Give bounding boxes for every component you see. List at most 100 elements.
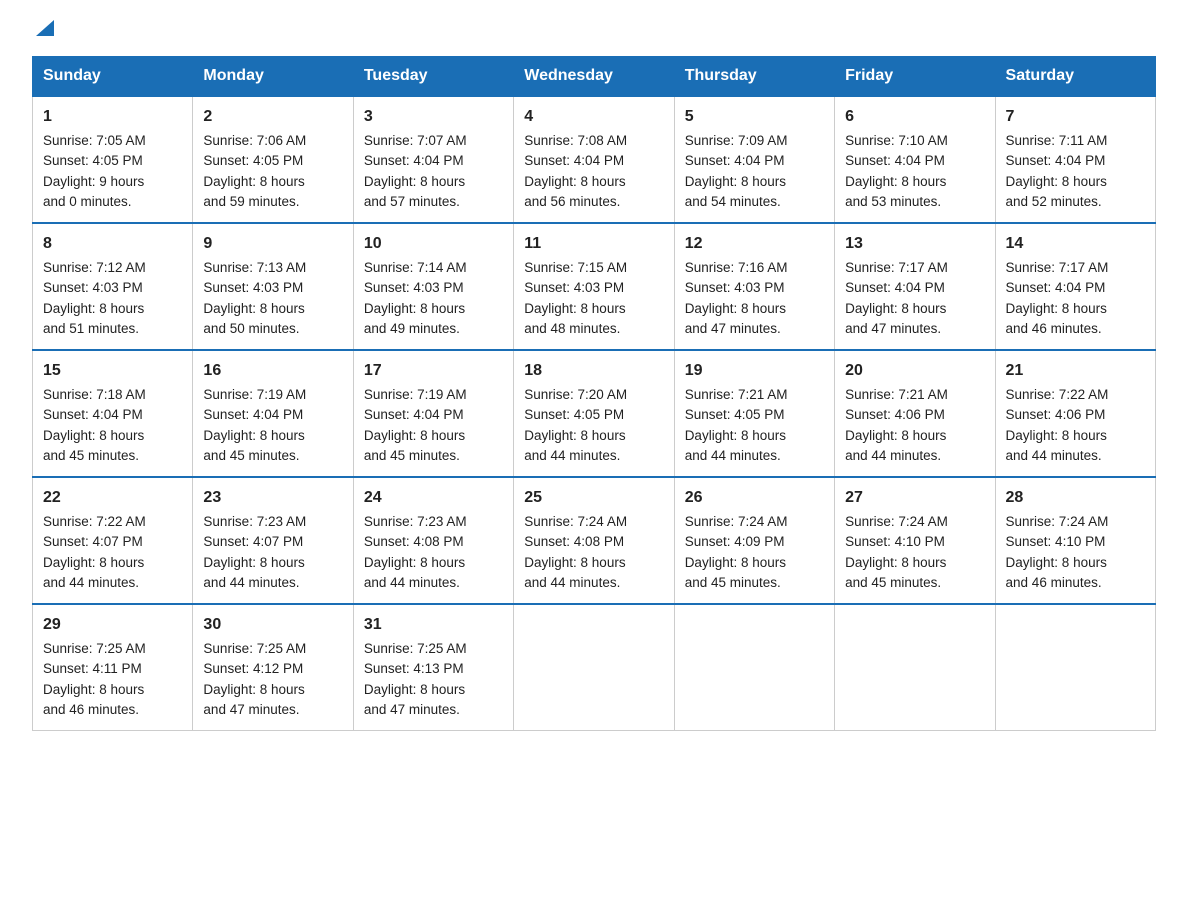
sunrise-label: Sunrise: 7:18 AM	[43, 387, 146, 402]
day-number: 15	[43, 359, 182, 383]
sunrise-label: Sunrise: 7:08 AM	[524, 133, 627, 148]
sunset-label: Sunset: 4:03 PM	[203, 280, 303, 295]
day-number: 31	[364, 613, 503, 637]
calendar-week-row: 22Sunrise: 7:22 AMSunset: 4:07 PMDayligh…	[33, 477, 1156, 604]
daylight-minutes: and 44 minutes.	[685, 448, 781, 463]
calendar-day-cell: 23Sunrise: 7:23 AMSunset: 4:07 PMDayligh…	[193, 477, 353, 604]
day-number: 22	[43, 486, 182, 510]
calendar-day-cell: 27 Sunrise: 7:24 AM Sunset: 4:10 PM Dayligh…	[835, 477, 995, 604]
daylight-minutes: and 56 minutes.	[524, 194, 620, 209]
daylight-minutes: and 46 minutes.	[1006, 321, 1102, 336]
sunset-label: Sunset: 4:04 PM	[43, 407, 143, 422]
sunrise-label: Sunrise: 7:07 AM	[364, 133, 467, 148]
daylight-label: Daylight: 8 hours	[203, 555, 304, 570]
calendar-day-cell: 26Sunrise: 7:24 AMSunset: 4:09 PMDayligh…	[674, 477, 834, 604]
calendar-day-cell: 16Sunrise: 7:19 AMSunset: 4:04 PMDayligh…	[193, 350, 353, 477]
sunrise-label: Sunrise: 7:22 AM	[1006, 387, 1109, 402]
day-number: 14	[1006, 232, 1145, 256]
day-number: 29	[43, 613, 182, 637]
daylight-label: Daylight: 8 hours	[845, 555, 946, 570]
daylight-minutes: and 45 minutes.	[845, 575, 941, 590]
sunrise-label: Sunrise: 7:09 AM	[685, 133, 788, 148]
day-number: 18	[524, 359, 663, 383]
daylight-label: Daylight: 8 hours	[43, 428, 144, 443]
daylight-label: Daylight: 8 hours	[524, 174, 625, 189]
logo	[32, 24, 56, 40]
calendar-day-cell: 8Sunrise: 7:12 AMSunset: 4:03 PMDaylight…	[33, 223, 193, 350]
day-number: 30	[203, 613, 342, 637]
calendar-day-cell: 7Sunrise: 7:11 AMSunset: 4:04 PMDaylight…	[995, 96, 1155, 223]
daylight-minutes: and 47 minutes.	[203, 702, 299, 717]
calendar-day-cell	[514, 604, 674, 731]
sunrise-label: Sunrise: 7:11 AM	[1006, 133, 1108, 148]
day-number: 28	[1006, 486, 1145, 510]
daylight-minutes: and 53 minutes.	[845, 194, 941, 209]
calendar-day-cell: 5Sunrise: 7:09 AMSunset: 4:04 PMDaylight…	[674, 96, 834, 223]
calendar-day-cell: 21Sunrise: 7:22 AMSunset: 4:06 PMDayligh…	[995, 350, 1155, 477]
sunset-label: Sunset: 4:07 PM	[43, 534, 143, 549]
calendar-day-cell: 4Sunrise: 7:08 AMSunset: 4:04 PMDaylight…	[514, 96, 674, 223]
sunset-label: Sunset: 4:04 PM	[1006, 280, 1106, 295]
day-number: 1	[43, 105, 182, 129]
calendar-day-cell: 12Sunrise: 7:16 AMSunset: 4:03 PMDayligh…	[674, 223, 834, 350]
daylight-label: Daylight: 8 hours	[203, 174, 304, 189]
sunset-label: Sunset: 4:04 PM	[685, 153, 785, 168]
sunrise-label: Sunrise: 7:24 AM	[845, 514, 948, 529]
daylight-label: Daylight: 8 hours	[364, 555, 465, 570]
calendar-day-cell: 3Sunrise: 7:07 AMSunset: 4:04 PMDaylight…	[353, 96, 513, 223]
day-number: 27	[845, 486, 984, 510]
sunrise-label: Sunrise: 7:14 AM	[364, 260, 467, 275]
daylight-label: Daylight: 8 hours	[364, 174, 465, 189]
daylight-minutes: and 44 minutes.	[364, 575, 460, 590]
daylight-minutes: and 45 minutes.	[685, 575, 781, 590]
logo-triangle-icon	[34, 18, 56, 40]
daylight-label: Daylight: 9 hours	[43, 174, 144, 189]
day-number: 11	[524, 232, 663, 256]
calendar-week-row: 1Sunrise: 7:05 AMSunset: 4:05 PMDaylight…	[33, 96, 1156, 223]
column-header-monday: Monday	[193, 57, 353, 97]
calendar-day-cell: 6Sunrise: 7:10 AMSunset: 4:04 PMDaylight…	[835, 96, 995, 223]
calendar-day-cell: 17Sunrise: 7:19 AMSunset: 4:04 PMDayligh…	[353, 350, 513, 477]
column-header-wednesday: Wednesday	[514, 57, 674, 97]
daylight-minutes: and 0 minutes.	[43, 194, 132, 209]
sunrise-label: Sunrise: 7:24 AM	[524, 514, 627, 529]
daylight-label: Daylight: 8 hours	[203, 682, 304, 697]
sunset-label: Sunset: 4:07 PM	[203, 534, 303, 549]
day-number: 6	[845, 105, 984, 129]
sunrise-label: Sunrise: 7:25 AM	[364, 641, 467, 656]
daylight-label: Daylight: 8 hours	[43, 555, 144, 570]
daylight-minutes: and 44 minutes.	[524, 448, 620, 463]
sunrise-label: Sunrise: 7:16 AM	[685, 260, 788, 275]
daylight-minutes: and 45 minutes.	[43, 448, 139, 463]
sunset-label: Sunset: 4:11 PM	[43, 661, 142, 676]
sunrise-label: Sunrise: 7:17 AM	[845, 260, 948, 275]
daylight-minutes: and 52 minutes.	[1006, 194, 1102, 209]
calendar-week-row: 15 Sunrise: 7:18 AM Sunset: 4:04 PM Dayligh…	[33, 350, 1156, 477]
daylight-label: Daylight: 8 hours	[845, 301, 946, 316]
sunrise-label: Sunrise: 7:06 AM	[203, 133, 306, 148]
day-number: 5	[685, 105, 824, 129]
calendar-day-cell: 14Sunrise: 7:17 AMSunset: 4:04 PMDayligh…	[995, 223, 1155, 350]
daylight-label: Daylight: 8 hours	[524, 301, 625, 316]
sunset-label: Sunset: 4:04 PM	[845, 153, 945, 168]
daylight-label: Daylight: 8 hours	[43, 682, 144, 697]
sunrise-label: Sunrise: 7:13 AM	[203, 260, 306, 275]
sunset-label: Sunset: 4:13 PM	[364, 661, 464, 676]
sunset-label: Sunset: 4:10 PM	[845, 534, 945, 549]
daylight-minutes: and 57 minutes.	[364, 194, 460, 209]
sunset-label: Sunset: 4:05 PM	[524, 407, 624, 422]
daylight-label: Daylight: 8 hours	[685, 428, 786, 443]
page-header	[32, 24, 1156, 40]
day-number: 3	[364, 105, 503, 129]
day-number: 23	[203, 486, 342, 510]
sunrise-label: Sunrise: 7:15 AM	[524, 260, 627, 275]
daylight-label: Daylight: 8 hours	[364, 682, 465, 697]
calendar-day-cell	[995, 604, 1155, 731]
column-header-saturday: Saturday	[995, 57, 1155, 97]
daylight-label: Daylight: 8 hours	[524, 555, 625, 570]
sunrise-label: Sunrise: 7:24 AM	[1006, 514, 1109, 529]
calendar-day-cell: 31 Sunrise: 7:25 AM Sunset: 4:13 PM Dayligh…	[353, 604, 513, 731]
sunset-label: Sunset: 4:03 PM	[524, 280, 624, 295]
sunset-label: Sunset: 4:04 PM	[203, 407, 303, 422]
daylight-minutes: and 44 minutes.	[1006, 448, 1102, 463]
